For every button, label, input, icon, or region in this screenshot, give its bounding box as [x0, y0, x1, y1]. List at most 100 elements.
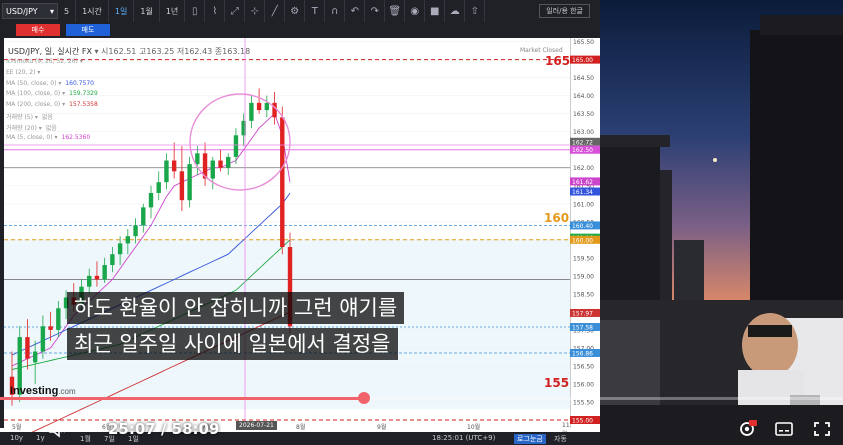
candle-body: [56, 308, 61, 330]
level-label-155: 155: [544, 376, 570, 390]
candle-body: [141, 207, 146, 226]
indicator-row[interactable]: MA (100, close, 0) ▾ 159.7329: [6, 90, 98, 97]
y-tick-label: 162.00: [573, 165, 594, 172]
indicator-label: MA (50, close, 0): [6, 79, 57, 87]
indicator-dropdown-icon[interactable]: ▾: [56, 80, 61, 87]
indicator-label: MA (200, close, 0): [6, 101, 61, 109]
indicator-row[interactable]: Ichimoku (9, 26, 52, 26) ▾: [6, 58, 87, 65]
indicator-value: 162.5360: [61, 133, 91, 141]
candle-body: [32, 351, 38, 363]
candle-body: [218, 160, 223, 168]
progress-fill: [0, 397, 365, 400]
y-tick-label: 164.00: [573, 93, 594, 100]
candle-body: [102, 265, 107, 280]
indicator-dropdown-icon[interactable]: ▾: [35, 69, 40, 76]
subtitles-icon[interactable]: [774, 420, 794, 438]
candle-body: [156, 182, 161, 193]
indicator-value: 없음: [41, 114, 53, 121]
y-tick-label: 164.50: [573, 75, 594, 82]
level-label-160: 160: [544, 211, 570, 225]
y-tick-label: 163.00: [573, 129, 594, 136]
price-tag-label: 157.97: [572, 310, 593, 317]
price-tag-label: 157.58: [572, 325, 593, 332]
indicator-row[interactable]: EE (20, 2) ▾: [6, 69, 44, 76]
price-tag-label: 162.72: [572, 139, 593, 146]
candle-body: [164, 160, 169, 183]
indicator-row[interactable]: MA (5, close, 0) ▾ 162.5360: [6, 134, 90, 141]
indicator-row[interactable]: 거래량 (20) ▾ 없음: [6, 123, 57, 132]
evening-city-scene: [600, 0, 843, 445]
high-value: 163.25: [146, 47, 175, 56]
price-tag-label: 156.86: [572, 350, 593, 357]
indicator-dropdown-icon[interactable]: ▾: [60, 90, 65, 97]
indicator-row[interactable]: 거래량 (5) ▾ 없음: [6, 112, 53, 121]
y-tick-label: 159.00: [573, 273, 594, 280]
indicator-value: 157.5358: [69, 101, 98, 109]
moon-icon: [713, 158, 717, 162]
indicator-dropdown-icon[interactable]: ▾: [53, 134, 58, 141]
indicator-dropdown-icon[interactable]: ▾: [33, 114, 38, 121]
indicator-label: 거래량 (20): [6, 124, 37, 132]
level-label-165: 165: [545, 54, 571, 68]
indicator-label: 거래량 (5): [6, 114, 33, 121]
candle-body: [133, 225, 138, 237]
candle-body: [264, 102, 270, 111]
price-tag-label: 165.00: [572, 57, 593, 64]
indicator-dropdown-icon[interactable]: ▾: [37, 125, 42, 132]
chart-window: USD/JPY ▾ 5 1시간 1일 1월 1년 ▯ ⌇ ⤢ ⊹ ╱ ⚙ T ∩…: [0, 0, 600, 445]
indicator-row[interactable]: MA (50, close, 0) ▾ 160.7570: [6, 80, 94, 87]
settings-icon[interactable]: [737, 420, 757, 438]
video-controls: 25:07 / 58:09: [0, 412, 843, 445]
indicator-label: MA (100, close, 0): [6, 90, 61, 98]
candle-body: [40, 326, 46, 352]
market-status: Market Closed: [520, 47, 563, 54]
candle-body: [179, 171, 185, 201]
price-tag-label: 161.62: [572, 179, 593, 186]
subtitles: 하도 환율이 안 잡히니까 그런 얘기를 최근 일주일 사이에 일본에서 결정을: [67, 292, 517, 364]
subtitle-line-2: 최근 일주일 사이에 일본에서 결정을: [67, 328, 398, 360]
close-value: 163.18: [222, 47, 251, 56]
price-tag-label: 160.40: [572, 223, 593, 230]
candle-body: [171, 160, 177, 172]
mute-icon[interactable]: [48, 420, 66, 438]
indicator-row[interactable]: MA (200, close, 0) ▾ 157.5358: [6, 101, 98, 108]
indicator-value: 159.7329: [69, 90, 98, 98]
indicator-dropdown-icon[interactable]: ▾: [78, 58, 83, 65]
quote-dropdown-icon[interactable]: ▾: [94, 47, 98, 56]
quote-title: USD/JPY, 일, 실시간 FX: [8, 47, 92, 56]
indicator-value: 없음: [45, 124, 57, 132]
open-value: 162.51: [108, 47, 137, 56]
price-tag-label: 162.50: [572, 147, 593, 154]
candle-body: [110, 254, 115, 266]
fullscreen-icon[interactable]: [812, 420, 832, 438]
candle-body: [249, 102, 254, 121]
candle-body: [94, 275, 100, 280]
price-tag-label: 160.00: [572, 237, 593, 244]
candle-body: [117, 243, 123, 255]
y-tick-label: 159.50: [573, 255, 594, 262]
y-tick-label: 165.50: [573, 39, 594, 46]
candle-body: [256, 102, 262, 111]
candle-body: [210, 160, 215, 179]
y-tick-label: 156.50: [573, 363, 594, 370]
price-tag-label: 161.34: [572, 189, 593, 196]
webcam-video: [600, 0, 843, 445]
indicator-dropdown-icon[interactable]: ▾: [60, 101, 65, 108]
candle-body: [48, 326, 53, 330]
y-tick-label: 161.00: [573, 201, 594, 208]
indicator-label: MA (5, close, 0): [6, 133, 53, 141]
indicator-value: 160.7570: [65, 79, 94, 87]
candle-body: [125, 236, 131, 244]
presenter: [742, 313, 798, 377]
candle-body: [233, 135, 239, 157]
candle-body: [280, 117, 285, 248]
y-tick-label: 156.00: [573, 381, 594, 388]
quote-line: USD/JPY, 일, 실시간 FX ▾ 시162.51 고163.25 저16…: [8, 46, 250, 57]
video-progress-bar[interactable]: [0, 392, 843, 404]
indicator-label: EE (20, 2): [6, 68, 36, 76]
candle-body: [226, 156, 231, 168]
candle-body: [87, 275, 92, 287]
candle-body: [187, 164, 192, 201]
highlight-circle: [189, 93, 291, 191]
low-value: 162.43: [184, 47, 213, 56]
